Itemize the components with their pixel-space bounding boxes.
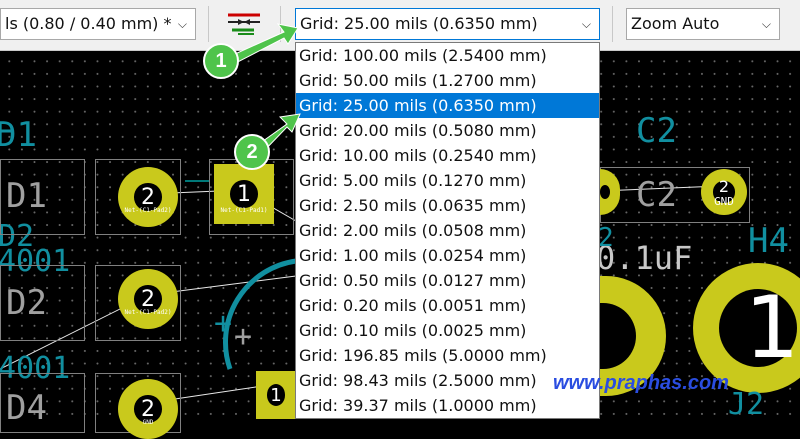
callout-badge-1: 1 [203,43,239,79]
track-width-value: ls (0.80 / 0.40 mm) * [5,14,172,33]
grid-option[interactable]: Grid: 20.00 mils (0.5080 mm) [296,118,599,143]
watermark-text: www.praphas.com [553,372,729,394]
zoom-select-value: Zoom Auto [631,14,720,33]
d2-value-text: D2 [6,283,47,323]
track-width-select[interactable]: ls (0.80 / 0.40 mm) * ⌵ [0,8,196,40]
pad-square[interactable]: 1 [256,371,296,419]
grid-option[interactable]: Grid: 0.10 mils (0.0025 mm) [296,318,599,343]
grid-option[interactable]: Grid: 2.50 mils (0.0635 mm) [296,193,599,218]
ref-fragment: 2 [598,223,614,253]
grid-option[interactable]: Grid: 196.85 mils (5.0000 mm) [296,343,599,368]
grid-option[interactable]: Grid: 5.00 mils (0.1270 mm) [296,168,599,193]
track-via-tool-icon[interactable] [224,6,264,42]
polarity-plus: + [214,306,233,341]
pad-round[interactable]: 2 GND [701,169,747,215]
chevron-down-icon: ⌵ [177,17,187,31]
grid-dropdown-list[interactable]: Grid: 100.00 mils (2.5400 mm) Grid: 50.00… [295,42,600,419]
ref-fragment: J2 [728,387,765,422]
callout-badge-2: 2 [234,134,270,170]
c2-value-text: C2 [636,175,677,215]
grid-select[interactable]: Grid: 25.00 mils (0.6350 mm) ⌵ [295,8,600,40]
d4-value-text: D4 [6,388,47,428]
ref-c2: C2 [636,111,677,151]
grid-option[interactable]: Grid: 0.20 mils (0.0051 mm) [296,293,599,318]
d1-value-text: D1 [6,176,47,216]
toolbar-separator [280,6,281,42]
grid-option[interactable]: Grid: 10.00 mils (0.2540 mm) [296,143,599,168]
pad-round[interactable]: 2 GND [118,379,178,439]
zoom-select[interactable]: Zoom Auto ⌵ [626,8,780,40]
chevron-down-icon: ⌵ [581,17,591,31]
ref-d1: D1 [0,115,37,155]
grid-option[interactable]: Grid: 0.50 mils (0.0127 mm) [296,268,599,293]
grid-option[interactable]: Grid: 1.00 mils (0.0254 mm) [296,243,599,268]
pad-round[interactable]: 2 Net-(C1-Pad2) [118,269,178,329]
toolbar-separator [208,6,209,42]
chevron-down-icon: ⌵ [761,17,771,31]
pad-square[interactable]: 1 Net-(C1-Pad1) [214,164,274,224]
grid-option[interactable]: Grid: 100.00 mils (2.5400 mm) [296,43,599,68]
toolbar-separator [612,6,613,42]
polarity-plus: + [234,319,253,354]
grid-option[interactable]: Grid: 39.37 mils (1.0000 mm) [296,393,599,418]
grid-option[interactable]: Grid: 50.00 mils (1.2700 mm) [296,68,599,93]
ref-h4: H4 [748,221,789,261]
pad-round[interactable]: 2 Net-(C1-Pad2) [118,167,178,227]
grid-option[interactable]: Grid: 25.00 mils (0.6350 mm) [296,93,599,118]
grid-option[interactable]: Grid: 2.00 mils (0.0508 mm) [296,218,599,243]
grid-select-value: Grid: 25.00 mils (0.6350 mm) [300,14,538,33]
